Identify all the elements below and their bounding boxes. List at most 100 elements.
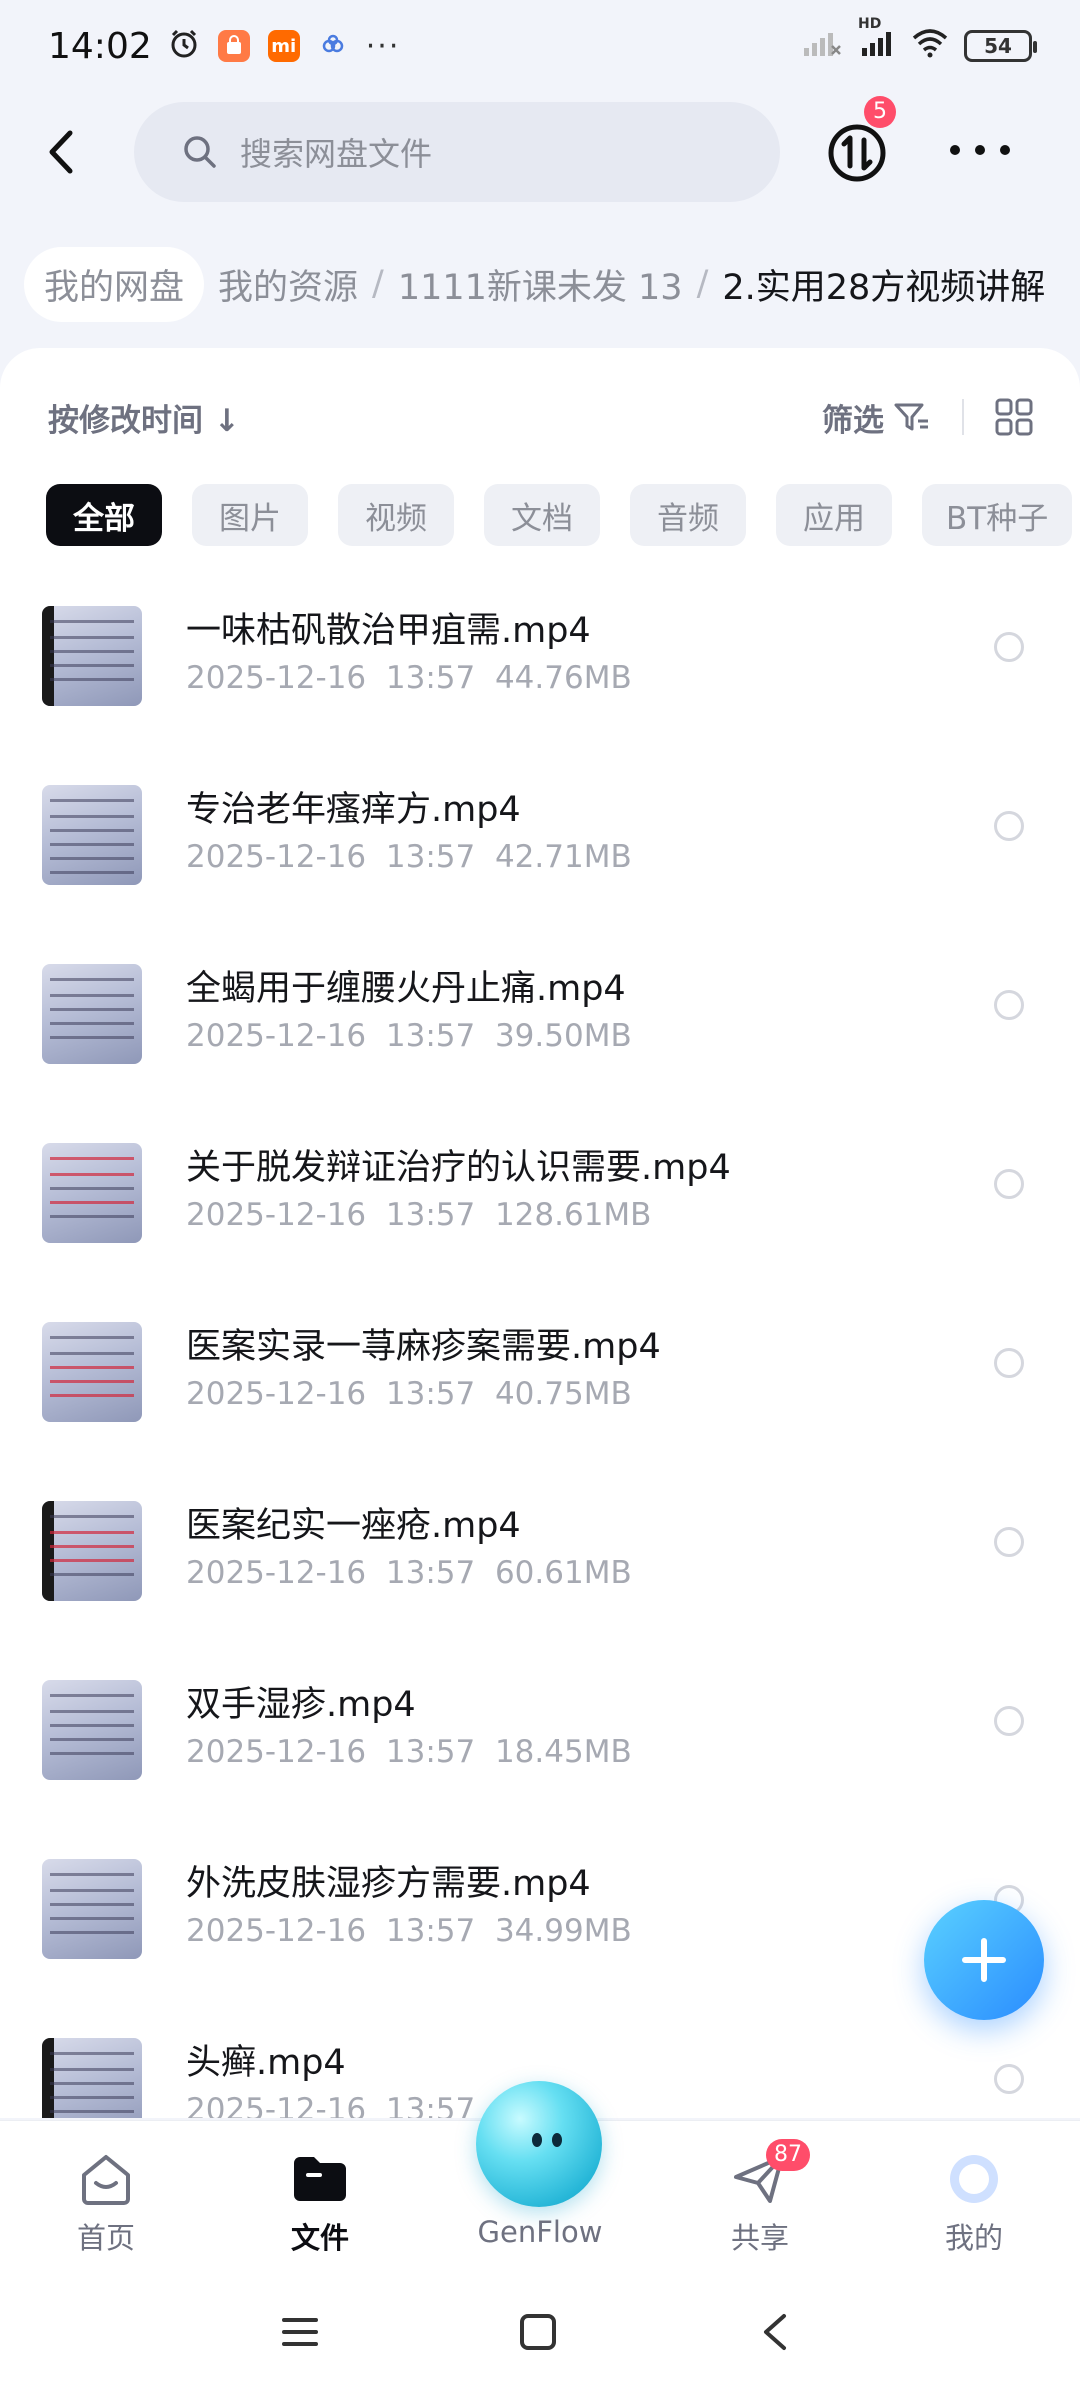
video-thumbnail (42, 1143, 142, 1243)
square-icon (520, 2314, 556, 2350)
dot (1000, 145, 1010, 155)
chip-apps[interactable]: 应用 (776, 484, 892, 546)
chip-all[interactable]: 全部 (46, 484, 162, 546)
cloud-sync-icon (318, 32, 348, 60)
grid-view-icon[interactable] (994, 397, 1034, 437)
video-thumbnail (42, 1322, 142, 1422)
chip-bt-torrents[interactable]: BT种子 (922, 484, 1073, 546)
nav-home-label: 首页 (76, 2221, 135, 2255)
top-bar: 搜索网盘文件 5 (0, 96, 1080, 204)
file-meta: 2025-12-16 13:57 (186, 2092, 476, 2118)
chip-audio[interactable]: 音频 (630, 484, 746, 546)
nav-me-label: 我的 (944, 2221, 1003, 2255)
status-left-icons: mi ··· (168, 28, 401, 64)
status-time: 14:02 (48, 25, 152, 67)
battery-level: 54 (984, 34, 1012, 58)
sort-filter-row: 按修改时间 ↓ 筛选 (48, 392, 1034, 442)
video-thumbnail (42, 1859, 142, 1959)
home-system-button[interactable] (518, 2312, 558, 2356)
avatar (944, 2151, 1004, 2207)
add-button[interactable] (924, 1900, 1044, 2020)
file-meta: 2025-12-16 13:57 18.45MB (186, 1734, 632, 1770)
file-row[interactable]: 一味枯矾散治甲疽需.mp4 2025-12-16 13:57 44.76MB (0, 576, 1080, 755)
category-chips: 全部 图片 视频 文档 音频 应用 BT种子 (46, 484, 1073, 546)
select-radio[interactable] (994, 990, 1024, 1020)
file-name: 医案纪实一痤疮.mp4 (186, 1506, 521, 1546)
select-radio[interactable] (994, 1348, 1024, 1378)
back-arrow-icon (49, 130, 73, 174)
nav-share[interactable]: 87 共享 (690, 2139, 830, 2257)
folder-icon (290, 2151, 350, 2207)
sort-button[interactable]: 按修改时间 ↓ (48, 395, 240, 440)
wifi-icon (910, 28, 950, 64)
status-right: HD 54 (802, 16, 1037, 64)
select-radio[interactable] (994, 1706, 1024, 1736)
back-system-button[interactable] (756, 2312, 796, 2356)
breadcrumb-item-course[interactable]: 1111新课未发 13 (398, 259, 683, 310)
alarm-icon (168, 28, 200, 64)
home-icon (76, 2151, 136, 2207)
file-row[interactable]: 外洗皮肤湿疹方需要.mp4 2025-12-16 13:57 34.99MB (0, 1829, 1080, 2008)
shopping-app-icon (217, 30, 250, 62)
chip-videos[interactable]: 视频 (338, 484, 454, 546)
network-label: HD (858, 16, 882, 32)
file-name: 一味枯矾散治甲疽需.mp4 (186, 611, 591, 651)
signal-hd-icon: HD (856, 16, 896, 64)
file-name: 外洗皮肤湿疹方需要.mp4 (186, 1864, 591, 1904)
breadcrumb-item-root[interactable]: 我的网盘 (24, 246, 205, 322)
dot (975, 145, 985, 155)
mi-app-icon: mi (267, 30, 300, 62)
file-row[interactable]: 医案纪实一痤疮.mp4 2025-12-16 13:57 60.61MB (0, 1471, 1080, 1650)
plus-icon (962, 1938, 1006, 1982)
breadcrumb-separator: / (372, 264, 384, 304)
file-row[interactable]: 双手湿疹.mp4 2025-12-16 13:57 18.45MB (0, 1650, 1080, 1829)
orb-eye (532, 2133, 542, 2147)
breadcrumb-current: 2.实用28方视频讲解 (722, 267, 1046, 308)
chip-documents[interactable]: 文档 (484, 484, 600, 546)
file-row[interactable]: 医案实录一荨麻疹案需要.mp4 2025-12-16 13:57 40.75MB (0, 1292, 1080, 1471)
filter-icon[interactable] (892, 397, 932, 437)
file-meta: 2025-12-16 13:57 34.99MB (186, 1913, 632, 1949)
breadcrumb-item-resources[interactable]: 我的资源 (218, 259, 358, 310)
video-thumbnail (42, 964, 142, 1064)
select-radio[interactable] (994, 811, 1024, 841)
file-meta: 2025-12-16 13:57 128.61MB (186, 1197, 652, 1233)
recents-button[interactable] (280, 2312, 320, 2356)
select-radio[interactable] (994, 2064, 1024, 2094)
signal-weak-icon (802, 28, 842, 64)
search-icon (184, 136, 216, 168)
select-radio[interactable] (994, 1169, 1024, 1199)
breadcrumb-separator: / (696, 264, 709, 304)
video-thumbnail (42, 2038, 142, 2118)
file-name: 医案实录一荨麻疹案需要.mp4 (186, 1327, 661, 1367)
select-radio[interactable] (994, 1527, 1024, 1557)
transfer-list-button[interactable]: 5 (826, 96, 896, 184)
nav-files-label: 文件 (290, 2221, 349, 2255)
genflow-orb-icon[interactable] (476, 2081, 602, 2207)
dot (950, 145, 960, 155)
breadcrumb: 我的网盘 我的资源 / 1111新课未发 13 / 2.实用28方视频讲解 (24, 244, 1045, 324)
search-placeholder: 搜索网盘文件 (240, 135, 433, 173)
more-options-button[interactable] (950, 130, 1010, 170)
nav-me[interactable]: 我的 (904, 2151, 1044, 2257)
transfer-icon (828, 124, 886, 182)
file-panel: 按修改时间 ↓ 筛选 全部 图片 视频 文档 音频 应用 BT种子 一味枯矾散治… (0, 348, 1080, 2118)
back-button[interactable] (34, 124, 90, 180)
file-row[interactable]: 专治老年瘙痒方.mp4 2025-12-16 13:57 42.71MB (0, 755, 1080, 934)
video-thumbnail (42, 606, 142, 706)
menu-icon (282, 2318, 318, 2346)
chip-images[interactable]: 图片 (192, 484, 308, 546)
filter-button[interactable]: 筛选 (822, 395, 884, 440)
file-name: 关于脱发辩证治疗的认识需要.mp4 (186, 1148, 731, 1188)
select-radio[interactable] (994, 632, 1024, 662)
search-input[interactable]: 搜索网盘文件 (134, 102, 780, 202)
nav-home[interactable]: 首页 (36, 2151, 176, 2257)
share-badge: 87 (766, 2139, 810, 2171)
divider (962, 399, 964, 435)
file-row[interactable]: 全蝎用于缠腰火丹止痛.mp4 2025-12-16 13:57 39.50MB (0, 934, 1080, 1113)
file-row[interactable]: 关于脱发辩证治疗的认识需要.mp4 2025-12-16 13:57 128.6… (0, 1113, 1080, 1292)
nav-files[interactable]: 文件 (250, 2151, 390, 2257)
status-bar: 14:02 mi ··· HD 54 (0, 0, 1080, 92)
file-meta: 2025-12-16 13:57 42.71MB (186, 839, 632, 875)
nav-genflow-label[interactable]: GenFlow (440, 2215, 640, 2249)
